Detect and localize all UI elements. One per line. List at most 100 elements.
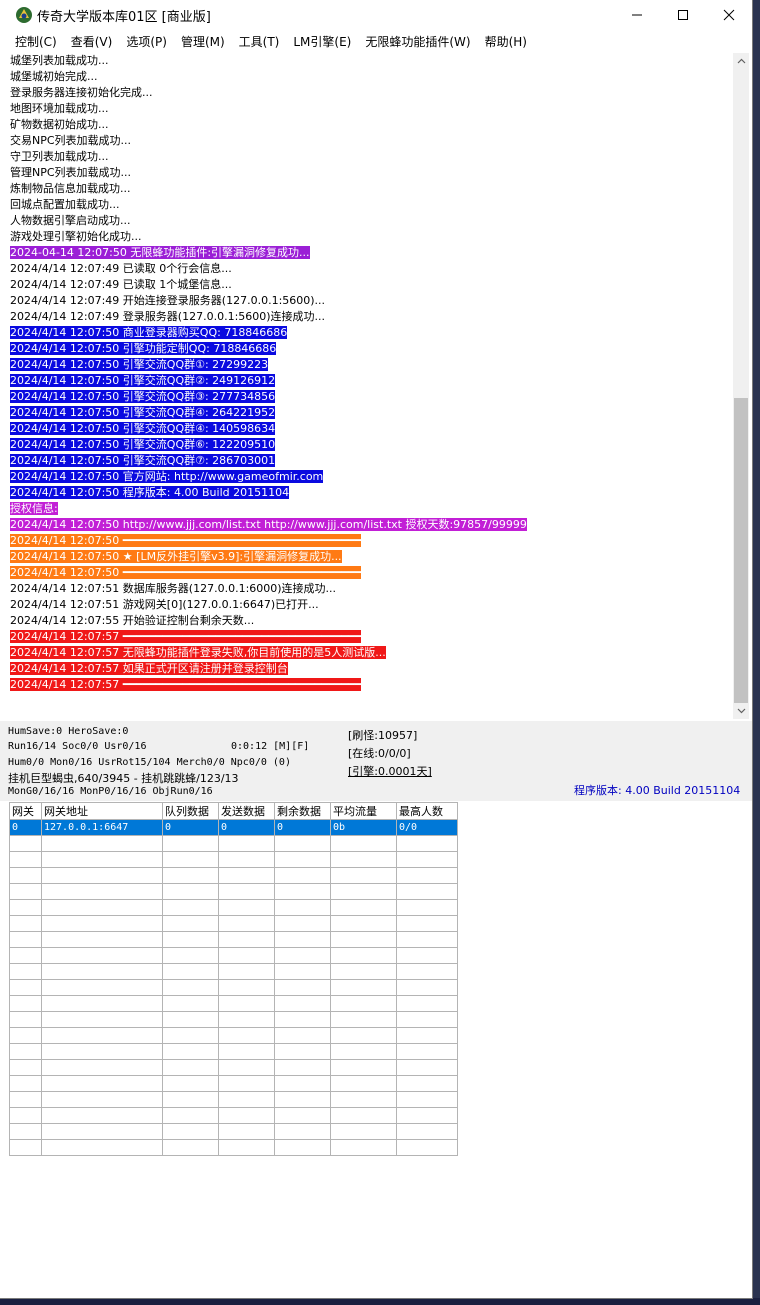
- chevron-up-icon: [737, 58, 745, 64]
- log-line: 2024/4/14 12:07:50 http://www.jjj.com/li…: [10, 518, 527, 531]
- maximize-button[interactable]: [660, 0, 706, 30]
- table-row[interactable]: [9, 1123, 458, 1140]
- table-row[interactable]: [9, 979, 458, 996]
- table-cell: [9, 931, 42, 948]
- minimize-button[interactable]: [614, 0, 660, 30]
- table-cell: [9, 899, 42, 916]
- scroll-up-button[interactable]: [733, 53, 749, 69]
- menu-help[interactable]: 帮助(H): [485, 33, 527, 50]
- log-line: 2024/4/14 12:07:49 已读取 1个城堡信息...: [10, 278, 232, 291]
- table-row[interactable]: [9, 947, 458, 964]
- monster-status: MonG0/16/16 MonP0/16/16 ObjRun0/16: [8, 786, 213, 797]
- table-cell: [41, 947, 163, 964]
- log-line: 人物数据引擎启动成功...: [10, 214, 131, 227]
- table-cell: [218, 899, 275, 916]
- online-count: [在线:0/0/0]: [348, 747, 411, 760]
- menu-manage[interactable]: 管理(M): [181, 33, 225, 50]
- col-remaining[interactable]: 剩余数据: [274, 802, 331, 820]
- log-line: 2024/4/14 12:07:57 ━━━━━━━━━━━━━━━━━━━━━…: [10, 630, 362, 643]
- table-row[interactable]: [9, 1059, 458, 1076]
- table-cell: [9, 963, 42, 980]
- table-cell: [218, 1107, 275, 1124]
- log-panel[interactable]: 城堡列表加载成功... 城堡城初始完成... 登录服务器连接初始化完成... 地图环境…: [9, 53, 733, 719]
- table-row[interactable]: [9, 867, 458, 884]
- version-label: 程序版本: 4.00 Build 20151104: [574, 784, 741, 797]
- close-button[interactable]: [706, 0, 752, 30]
- table-row[interactable]: [9, 1011, 458, 1028]
- col-address[interactable]: 网关地址: [41, 802, 163, 820]
- scroll-thumb[interactable]: [734, 398, 748, 703]
- col-queue[interactable]: 队列数据: [162, 802, 219, 820]
- menu-plugin[interactable]: 无限蜂功能插件(W): [365, 33, 470, 50]
- menu-tools[interactable]: 工具(T): [239, 33, 280, 50]
- table-cell: [9, 1043, 42, 1060]
- table-row[interactable]: [9, 1139, 458, 1156]
- table-row[interactable]: [9, 995, 458, 1012]
- table-row[interactable]: [9, 1043, 458, 1060]
- table-cell: [396, 1091, 458, 1108]
- table-row[interactable]: [9, 915, 458, 932]
- table-cell: [274, 1091, 331, 1108]
- scroll-down-button[interactable]: [733, 703, 749, 719]
- table-row[interactable]: [9, 883, 458, 900]
- close-icon: [723, 9, 735, 21]
- log-line: 炼制物品信息加载成功...: [10, 182, 131, 195]
- menu-lm-engine[interactable]: LM引擎(E): [293, 33, 351, 50]
- table-row[interactable]: [9, 1107, 458, 1124]
- table-row[interactable]: [9, 899, 458, 916]
- col-avg-traffic[interactable]: 平均流量: [330, 802, 397, 820]
- save-status: HumSave:0 HeroSave:0: [8, 726, 129, 737]
- table-row[interactable]: [9, 1091, 458, 1108]
- table-cell: [41, 899, 163, 916]
- table-cell: [274, 867, 331, 884]
- app-logo-icon: [16, 7, 32, 23]
- table-cell: 0: [162, 819, 219, 836]
- table-cell: [9, 979, 42, 996]
- table-cell: [9, 1027, 42, 1044]
- table-cell: [218, 1139, 275, 1156]
- log-line: 管理NPC列表加载成功...: [10, 166, 132, 179]
- menu-view[interactable]: 查看(V): [71, 33, 113, 50]
- table-cell: [41, 915, 163, 932]
- table-row[interactable]: [9, 835, 458, 852]
- table-cell: [396, 867, 458, 884]
- col-sent[interactable]: 发送数据: [218, 802, 275, 820]
- table-cell: [41, 1027, 163, 1044]
- table-cell: [9, 867, 42, 884]
- log-line: 2024/4/14 12:07:51 数据库服务器(127.0.0.1:6000…: [10, 582, 337, 595]
- table-cell: [9, 995, 42, 1012]
- log-line: 2024/4/14 12:07:50 引擎交流QQ群①: 27299223: [10, 358, 269, 371]
- table-row[interactable]: 0 127.0.0.1:6647 0 0 0 0b 0/0: [9, 819, 458, 836]
- table-row[interactable]: [9, 1027, 458, 1044]
- log-line: 2024/4/14 12:07:50 引擎交流QQ群④: 264221952: [10, 406, 276, 419]
- menu-control[interactable]: 控制(C): [15, 33, 57, 50]
- table-cell: [162, 1091, 219, 1108]
- col-max-users[interactable]: 最高人数: [396, 802, 458, 820]
- menu-options[interactable]: 选项(P): [126, 33, 167, 50]
- table-cell: [41, 1075, 163, 1092]
- table-cell: [41, 1043, 163, 1060]
- table-row[interactable]: [9, 1075, 458, 1092]
- title-bar[interactable]: 传奇大学版本库01区 [商业版]: [0, 0, 752, 30]
- log-line: 2024/4/14 12:07:50 引擎交流QQ群③: 277734856: [10, 390, 276, 403]
- table-cell: [162, 835, 219, 852]
- table-cell: [330, 1027, 397, 1044]
- table-cell: [274, 1075, 331, 1092]
- table-cell: [9, 1139, 42, 1156]
- table-row[interactable]: [9, 963, 458, 980]
- log-line: 交易NPC列表加载成功...: [10, 134, 132, 147]
- col-gateway[interactable]: 网关: [9, 802, 42, 820]
- log-scrollbar[interactable]: [733, 53, 749, 719]
- table-cell: [330, 835, 397, 852]
- table-row[interactable]: [9, 851, 458, 868]
- table-cell: [330, 995, 397, 1012]
- table-row[interactable]: [9, 931, 458, 948]
- engine-days[interactable]: [引擎:0.0001天]: [348, 763, 432, 779]
- table-cell: [41, 1091, 163, 1108]
- table-cell: [162, 883, 219, 900]
- table-cell: [274, 1043, 331, 1060]
- table-cell: [396, 1107, 458, 1124]
- table-cell: [396, 835, 458, 852]
- table-cell: [162, 947, 219, 964]
- table-cell: [9, 883, 42, 900]
